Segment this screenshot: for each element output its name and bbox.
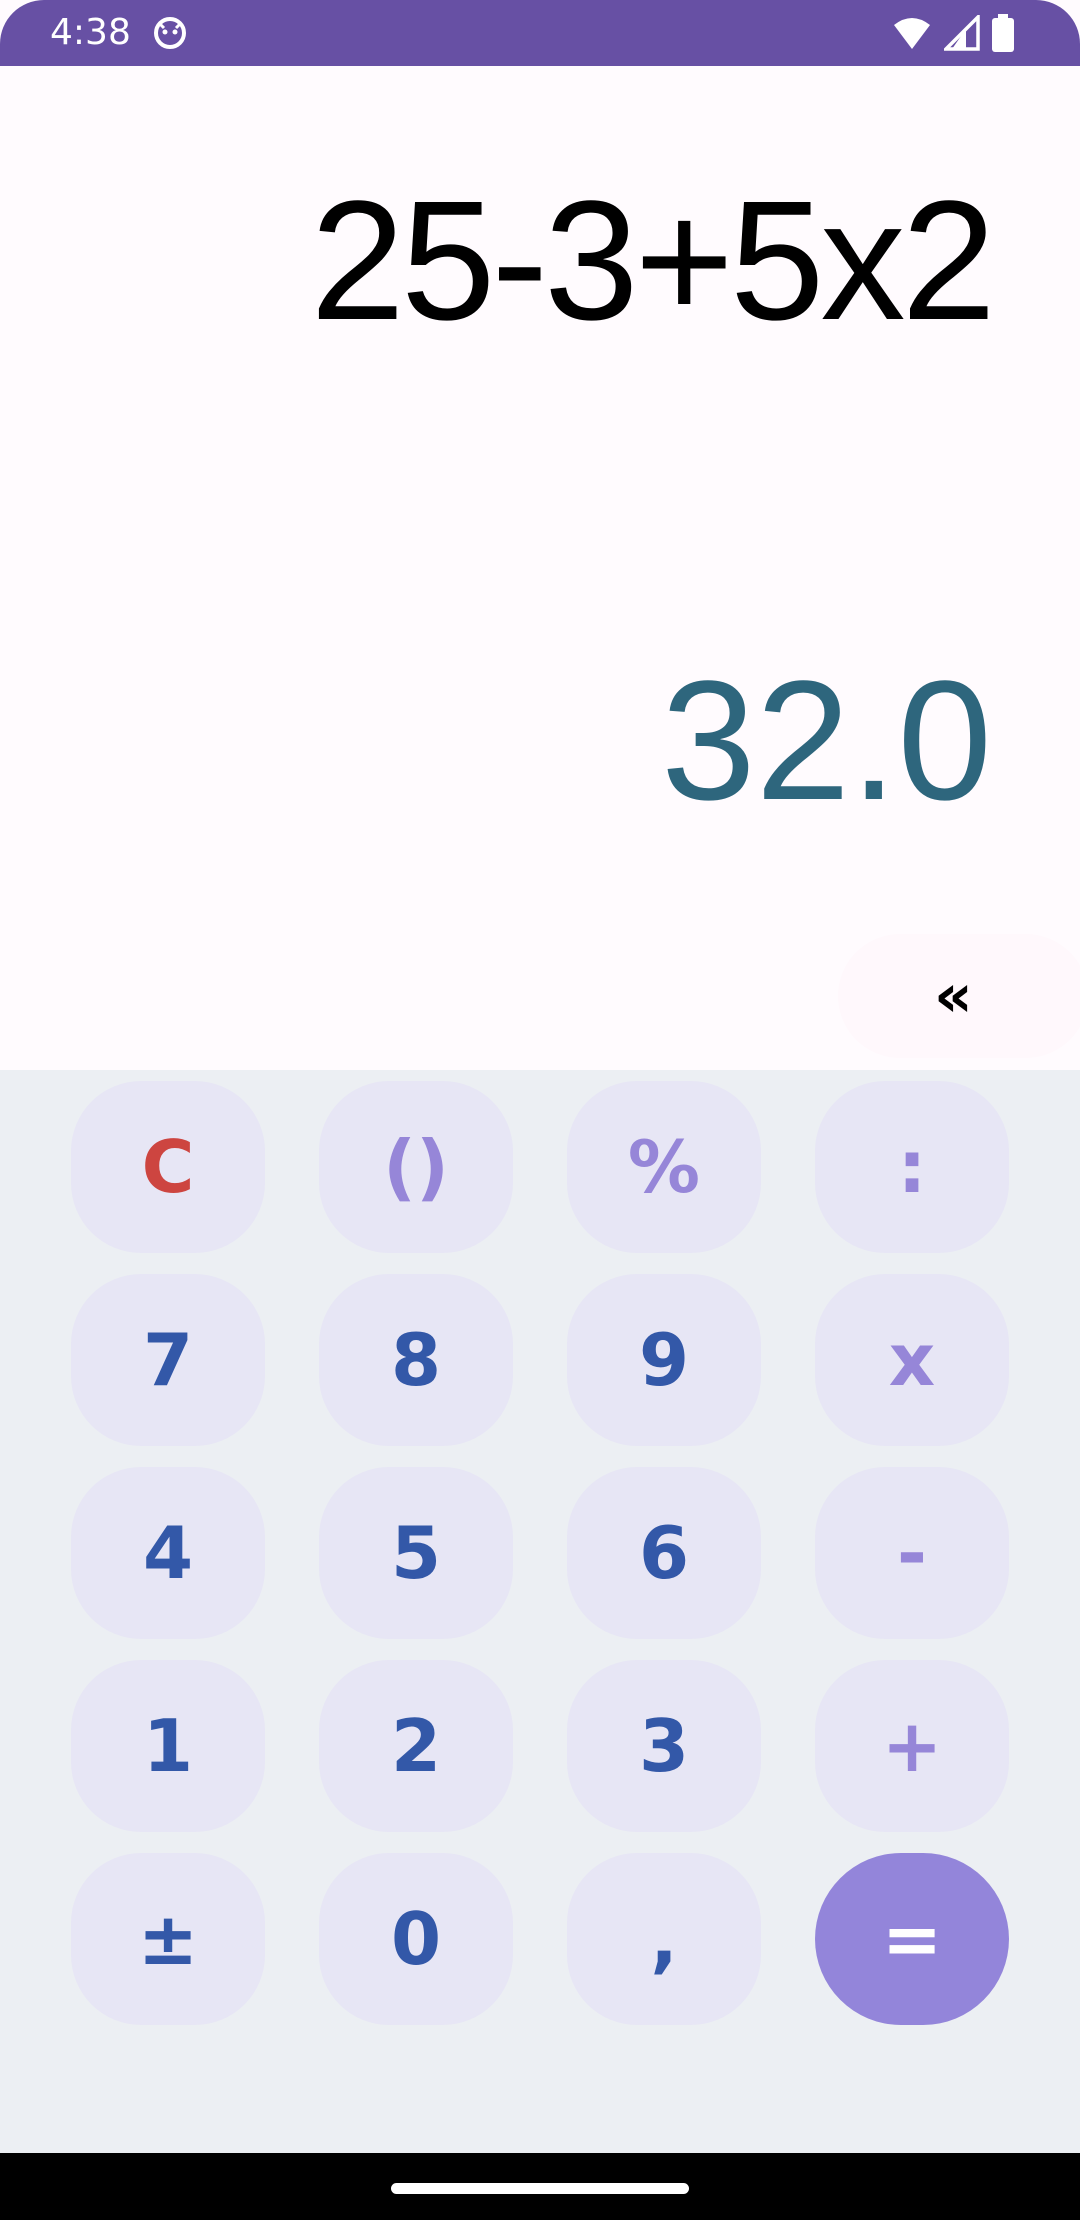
clear-button[interactable]: C bbox=[71, 1081, 265, 1253]
percent-button[interactable]: % bbox=[567, 1081, 761, 1253]
backspace-button[interactable]: « bbox=[838, 934, 1080, 1058]
backspace-icon: « bbox=[934, 961, 973, 1031]
equals-button[interactable]: = bbox=[815, 1853, 1009, 2025]
home-indicator[interactable] bbox=[391, 2183, 689, 2194]
status-icons bbox=[892, 14, 1014, 52]
digit-7-button[interactable]: 7 bbox=[71, 1274, 265, 1446]
digit-2-button[interactable]: 2 bbox=[319, 1660, 513, 1832]
status-bar: 4:38 bbox=[0, 0, 1080, 66]
notification-face-icon bbox=[154, 17, 186, 49]
battery-icon bbox=[992, 14, 1014, 52]
parentheses-button[interactable]: () bbox=[319, 1081, 513, 1253]
calculator-screen: 4:38 25-3+5x2 32.0 « C () %: 7 8 9 x 4 … bbox=[0, 0, 1080, 2220]
expression-display[interactable]: 25-3+5x2 bbox=[310, 176, 996, 346]
signal-icon bbox=[944, 15, 980, 51]
digit-6-button[interactable]: 6 bbox=[567, 1467, 761, 1639]
plus-minus-button[interactable]: ± bbox=[71, 1853, 265, 2025]
digit-8-button[interactable]: 8 bbox=[319, 1274, 513, 1446]
divide-button[interactable]: : bbox=[815, 1081, 1009, 1253]
digit-9-button[interactable]: 9 bbox=[567, 1274, 761, 1446]
digit-1-button[interactable]: 1 bbox=[71, 1660, 265, 1832]
digit-0-button[interactable]: 0 bbox=[319, 1853, 513, 2025]
result-display: 32.0 bbox=[661, 646, 992, 836]
keypad: C () % : 7 8 9 x 4 5 6 - 1 2 3 + ± 0 , = bbox=[0, 1070, 1080, 2153]
digit-5-button[interactable]: 5 bbox=[319, 1467, 513, 1639]
status-time: 4:38 bbox=[50, 12, 131, 53]
digit-3-button[interactable]: 3 bbox=[567, 1660, 761, 1832]
plus-button[interactable]: + bbox=[815, 1660, 1009, 1832]
display-area: 25-3+5x2 32.0 « bbox=[0, 66, 1080, 1132]
decimal-comma-button[interactable]: , bbox=[567, 1853, 761, 2025]
minus-button[interactable]: - bbox=[815, 1467, 1009, 1639]
digit-4-button[interactable]: 4 bbox=[71, 1467, 265, 1639]
multiply-button[interactable]: x bbox=[815, 1274, 1009, 1446]
wifi-icon bbox=[894, 18, 930, 49]
